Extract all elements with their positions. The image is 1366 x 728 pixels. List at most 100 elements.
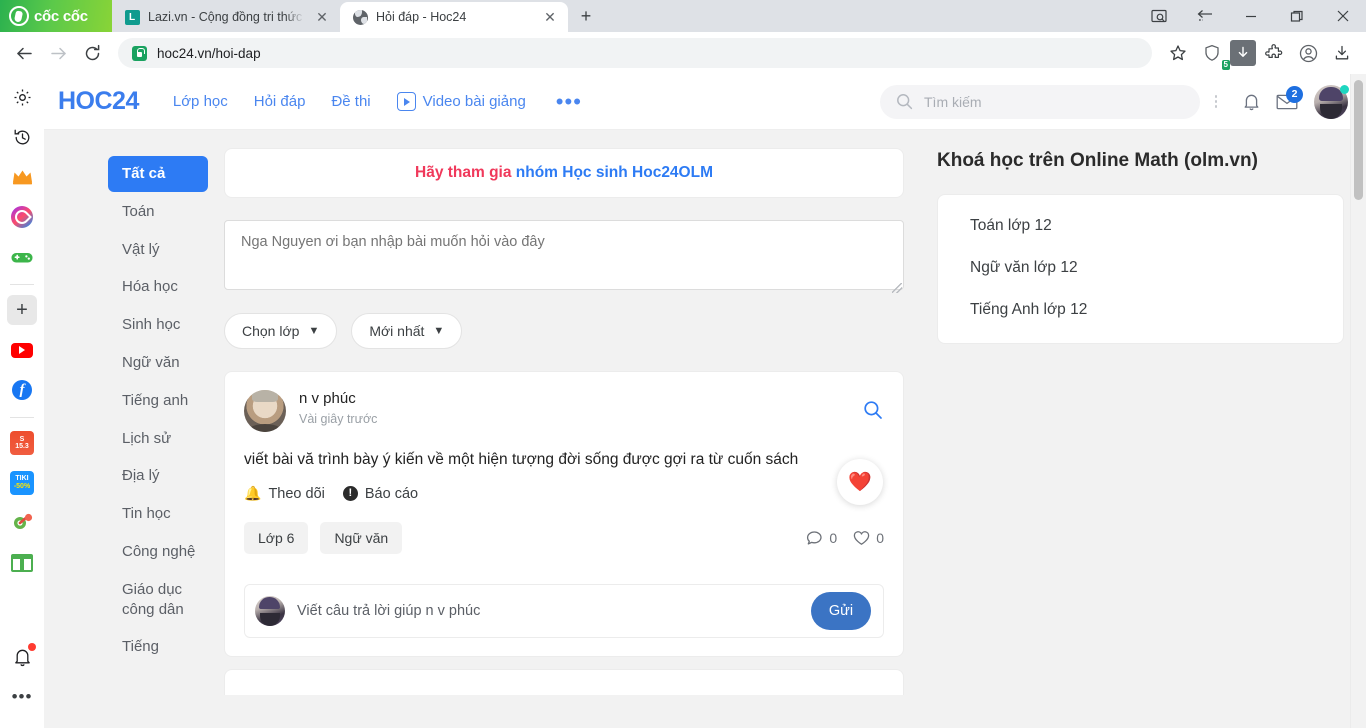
tab-lazi[interactable]: L Lazi.vn - Cộng đồng tri thức ✕ [112,2,340,32]
forward-icon[interactable] [42,37,74,69]
resize-handle[interactable] [892,283,902,293]
profile-icon[interactable] [1292,37,1324,69]
sidebar-item-tat-ca[interactable]: Tất cả [108,156,208,192]
course-link-ngu-van-12[interactable]: Ngữ văn lớp 12 [970,259,1311,277]
new-tab-button[interactable]: + [572,2,600,30]
browser-window: cốc cốc L Lazi.vn - Cộng đồng tri thức ✕… [0,0,1366,728]
messages-icon[interactable]: 2 [1270,85,1304,119]
close-icon[interactable] [1320,0,1366,32]
address-bar[interactable]: hoc24.vn/hoi-dap [118,38,1152,68]
sidebar-item-dia-ly[interactable]: Địa lý [108,458,208,494]
sidebar-item-lich-su[interactable]: Lịch sử [108,421,208,457]
divider [10,284,34,285]
more-icon[interactable]: ••• [7,682,37,712]
globe-icon [352,9,368,25]
sidebar-item-toan[interactable]: Toán [108,194,208,230]
sidebar-item-tieng[interactable]: Tiếng [108,629,208,665]
avatar[interactable] [255,596,285,626]
sidebar-item-vat-ly[interactable]: Vật lý [108,232,208,268]
header-more-icon[interactable] [1206,95,1226,108]
sidebar-item-giao-duc-cong-dan[interactable]: Giáo dục công dân [108,572,208,628]
header-actions: Tìm kiếm 2 [880,84,1349,119]
play-icon [396,92,416,111]
marketplace-icon[interactable] [7,548,37,578]
tiki-icon[interactable]: TIKI -50% [7,468,37,498]
right-sidebar-title: Khoá học trên Online Math (olm.vn) [937,150,1258,171]
avatar[interactable] [1314,84,1349,119]
sidebar-item-tin-hoc[interactable]: Tin học [108,496,208,532]
like-count[interactable]: 0 [853,530,884,546]
close-icon[interactable]: ✕ [540,7,560,27]
course-link-tieng-anh-12[interactable]: Tiếng Anh lớp 12 [970,301,1311,319]
reaction-button[interactable]: ❤️ [837,459,883,505]
minimize-icon[interactable] [1228,0,1274,32]
site-logo[interactable]: HOC24 [58,87,139,116]
avatar[interactable] [244,390,286,432]
download-icon[interactable] [1230,40,1256,66]
extensions-icon[interactable] [1258,37,1290,69]
back-icon[interactable] [8,37,40,69]
nav-item-video-bai-giang[interactable]: Video bài giảng [396,92,526,111]
shield-icon[interactable]: 5 [1196,37,1230,70]
sidebar-item-sinh-hoc[interactable]: Sinh học [108,307,208,343]
report-button[interactable]: ! Báo cáo [342,486,418,502]
nav-item-lop-hoc[interactable]: Lớp học [173,93,228,110]
sidebar-item-ngu-van[interactable]: Ngữ văn [108,345,208,381]
sidebar-item-tieng-anh[interactable]: Tiếng anh [108,383,208,419]
course-link-toan-12[interactable]: Toán lớp 12 [970,217,1311,235]
history-icon[interactable] [7,122,37,152]
search-icon [897,94,913,110]
tab-hoc24[interactable]: Hỏi đáp - Hoc24 ✕ [340,2,568,32]
reply-bar[interactable]: Viết câu trả lời giúp n v phúc Gửi [244,584,884,638]
question-text[interactable]: viết bài vă trình bày ý kiến về một hiện… [244,451,884,469]
coccoc-logo: cốc cốc [0,0,112,32]
extension-icon[interactable] [7,508,37,538]
sort-filter-button[interactable]: Mới nhất ▼ [351,313,463,349]
search-input[interactable]: Tìm kiếm [880,84,1200,119]
screenshot-icon[interactable] [1136,0,1182,32]
tag-grade[interactable]: Lớp 6 [244,522,309,554]
nav-item-de-thi[interactable]: Đề thi [331,93,370,110]
crown-icon[interactable] [7,162,37,192]
comment-count[interactable]: 0 [806,530,837,547]
add-icon[interactable]: + [7,295,37,325]
scrollbar-thumb[interactable] [1354,80,1363,200]
game-icon[interactable] [7,242,37,272]
nav-item-hoi-dap[interactable]: Hỏi đáp [254,93,306,110]
sidebar-item-cong-nghe[interactable]: Công nghệ [108,534,208,570]
notification-bell-icon[interactable] [1234,85,1268,119]
url-text: hoc24.vn/hoi-dap [157,45,261,61]
promo-banner[interactable]: Hãy tham gia nhóm Học sinh Hoc24OLM [224,148,904,198]
search-icon[interactable] [863,400,883,420]
maximize-icon[interactable] [1274,0,1320,32]
messenger-icon[interactable] [7,202,37,232]
side-panel-bottom: ••• [7,642,37,728]
tag-subject[interactable]: Ngữ văn [320,522,403,554]
close-icon[interactable]: ✕ [312,7,332,27]
course-list-card: Toán lớp 12 Ngữ văn lớp 12 Tiếng Anh lớp… [937,194,1344,344]
sync-icon[interactable] [1182,0,1228,32]
follow-button[interactable]: 🔔 Theo dõi [244,485,325,502]
facebook-icon[interactable]: f [7,375,37,405]
question-actions: 🔔 Theo dõi ! Báo cáo [244,485,884,502]
shopee-icon[interactable]: S 15.3 [7,428,37,458]
question-composer[interactable] [224,220,904,290]
web-page: HOC24 Lớp học Hỏi đáp Đề thi Video bài g… [44,74,1366,728]
grade-filter-button[interactable]: Chọn lớp ▼ [224,313,338,349]
sidebar-item-hoa-hoc[interactable]: Hóa học [108,269,208,305]
send-button[interactable]: Gửi [811,592,871,630]
question-author[interactable]: n v phúc [299,390,377,409]
reload-icon[interactable] [76,37,108,69]
page-scrollbar[interactable] [1350,74,1366,728]
save-icon[interactable] [1326,37,1358,69]
bookmark-star-icon[interactable] [1162,37,1194,69]
follow-label: Theo dõi [268,485,325,502]
promo-link[interactable]: nhóm Học sinh Hoc24OLM [516,164,713,181]
youtube-icon[interactable] [7,335,37,365]
notification-bell-icon[interactable] [7,642,37,672]
notification-dot [28,643,36,651]
warning-icon: ! [342,486,358,501]
reply-placeholder[interactable]: Viết câu trả lời giúp n v phúc [297,603,799,619]
settings-icon[interactable] [7,82,37,112]
bell-icon: 🔔 [244,485,262,501]
